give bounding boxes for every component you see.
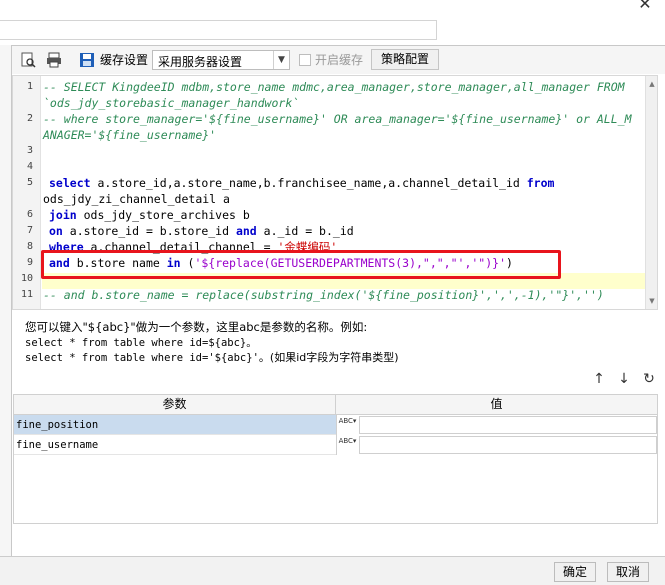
param-name-cell: fine_position	[14, 415, 336, 435]
close-icon[interactable]: ✕	[633, 0, 657, 13]
param-hint-code: select * from table where id='${abc}'	[25, 352, 259, 364]
enable-cache-checkbox[interactable]	[299, 54, 311, 66]
cache-select-value: 采用服务器设置	[158, 55, 243, 69]
code-line: join ods_jdy_store_archives b	[49, 207, 250, 223]
scroll-down-icon[interactable]: ▼	[646, 295, 657, 307]
chevron-down-icon[interactable]: ▼	[273, 51, 289, 69]
param-value-input[interactable]	[359, 416, 657, 434]
param-name-header: 参数	[14, 395, 336, 415]
param-name-cell: fine_username	[14, 435, 336, 455]
type-abc-text: ABC	[338, 417, 353, 425]
refresh-icon[interactable]: ↻	[641, 371, 657, 387]
type-abc-icon[interactable]: ABC▾	[336, 415, 358, 435]
line-number: 4	[26, 161, 33, 172]
print-icon[interactable]	[45, 51, 63, 69]
left-panel-edge	[0, 45, 12, 565]
line-number: 9	[26, 257, 33, 268]
line-number: 3	[26, 145, 33, 156]
move-down-icon[interactable]: ↓	[616, 371, 632, 387]
line-number-gutter: 1 2 3 4 5 6 7 8 9 10 11	[13, 76, 41, 309]
scroll-up-icon[interactable]: ▲	[646, 78, 657, 90]
line-number: 2	[26, 113, 33, 124]
ok-button[interactable]: 确定	[554, 562, 596, 582]
table-row[interactable]: fine_position ABC▾	[14, 415, 657, 435]
sql-editor[interactable]: 1 2 3 4 5 6 7 8 9 10 11 -- SELECT Kingde…	[12, 75, 658, 310]
param-value-header: 值	[336, 395, 657, 415]
code-text: ods_jdy_store_archives b	[76, 208, 250, 222]
code-text: a.store_id = b.store_id	[62, 224, 236, 238]
code-line: `ods_jdy_storebasic_manager_handwork`	[43, 96, 300, 110]
param-hint-note: 。(如果id字段为字符串类型)	[258, 351, 399, 364]
code-line: select a.store_id,a.store_name,b.franchi…	[49, 175, 554, 191]
toolbar: 缓存设置 采用服务器设置 ▼ 开启缓存 策略配置	[12, 45, 665, 74]
vertical-scrollbar[interactable]: ▲ ▼	[645, 76, 657, 309]
preview-icon[interactable]	[19, 51, 37, 69]
parameter-table: 参数 值 fine_position ABC▾ fine_username AB…	[13, 394, 658, 524]
move-up-icon[interactable]: ↑	[591, 371, 607, 387]
code-line: -- where store_manager='${fine_username}…	[43, 112, 632, 126]
table-row[interactable]: fine_username ABC▾	[14, 435, 657, 455]
param-value-input[interactable]	[359, 436, 657, 454]
line-number: 5	[26, 177, 33, 188]
code-line: -- SELECT KingdeeID mdbm,store_name mdmc…	[43, 80, 625, 94]
code-line: -- and b.store_name = replace(substring_…	[43, 288, 604, 302]
line-number: 8	[26, 241, 33, 252]
code-line: ods_jdy_zi_channel_detail a	[43, 192, 230, 206]
param-hint-example: select * from table where id='${abc}'。(如…	[25, 349, 399, 365]
type-abc-icon[interactable]: ABC▾	[336, 435, 358, 455]
strategy-config-button[interactable]: 策略配置	[371, 49, 439, 70]
line-number: 10	[20, 273, 33, 284]
code-text: a._id = b._id	[256, 224, 354, 238]
sql-keyword: from	[526, 176, 555, 190]
save-cache-icon	[80, 53, 94, 67]
code-line: on a.store_id = b.store_id and a._id = b…	[49, 223, 354, 239]
param-hint-example: select * from table where id=${abc}。	[25, 337, 257, 349]
line-number: 1	[26, 81, 33, 92]
code-text: a.store_id,a.store_name,b.franchisee_nam…	[90, 176, 527, 190]
enable-cache-label: 开启缓存	[315, 53, 364, 67]
cancel-button[interactable]: 取消	[607, 562, 649, 582]
sql-keyword: and	[235, 224, 257, 238]
name-field[interactable]	[0, 20, 437, 40]
sql-keyword: select	[49, 176, 91, 190]
line-number: 11	[20, 289, 33, 300]
sql-keyword: join	[49, 208, 77, 222]
line-number: 6	[26, 209, 33, 220]
cache-settings-label: 缓存设置	[100, 53, 149, 67]
code-line: ANAGER='${fine_username}'	[43, 128, 217, 142]
line-number: 7	[26, 225, 33, 236]
highlight-annotation-box	[41, 250, 561, 279]
dialog-footer: 确定 取消	[0, 556, 665, 585]
sql-keyword: on	[49, 224, 63, 238]
cache-settings-select[interactable]: 采用服务器设置 ▼	[152, 50, 290, 70]
type-abc-text: ABC	[338, 437, 353, 445]
param-hint-line: 您可以键入"${abc}"做为一个参数，这里abc是参数的名称。例如:	[25, 320, 368, 334]
